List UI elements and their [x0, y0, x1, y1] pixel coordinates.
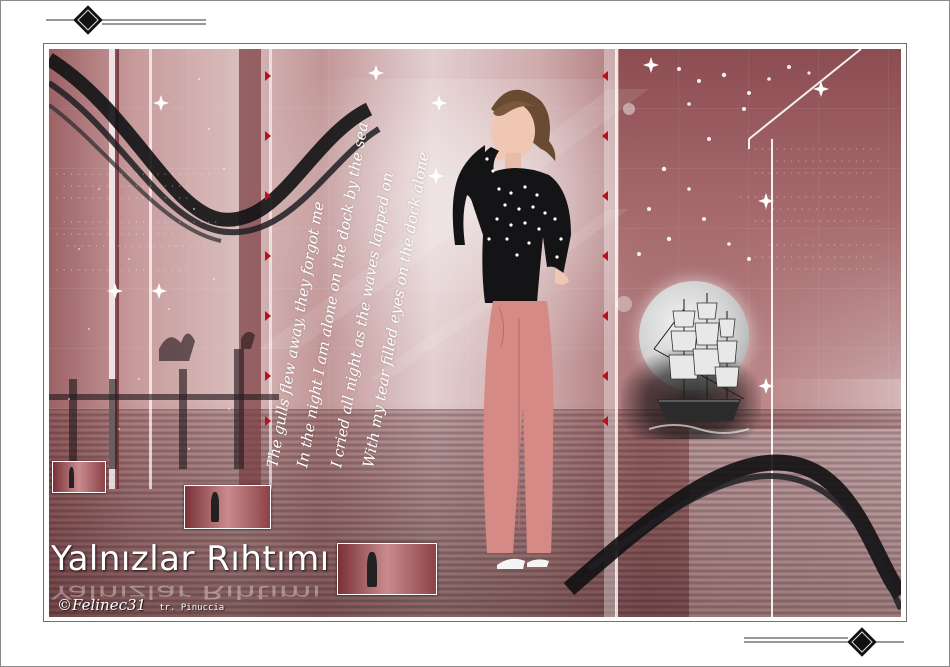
background-text-texture: · · · · · · · · · · · · · · · · · · · · … [55, 171, 218, 274]
background-text-texture: · · · · · · · · · · · · · · · · · · · · … [739, 146, 880, 273]
credit-author: ©Felinec31 [57, 596, 147, 614]
mini-thumbnail [337, 543, 437, 595]
mini-thumbnail [52, 461, 106, 493]
diamond-ornament-icon [46, 5, 206, 35]
ship-icon [649, 293, 749, 434]
diamond-ornament-icon [744, 627, 904, 657]
artwork-title: Yalnızlar Rıhtımı [51, 539, 330, 579]
mini-thumbnail [184, 485, 271, 529]
credit-line: ©Felinec31 tr. Pinuccia [57, 595, 224, 614]
credit-translator: tr. Pinuccia [159, 603, 225, 613]
artwork-canvas: · · · · · · · · · · · · · · · · · · · · … [49, 49, 901, 617]
model-figure [452, 89, 571, 569]
poem-block: The gulls flew away, they forgot me In t… [249, 89, 432, 469]
